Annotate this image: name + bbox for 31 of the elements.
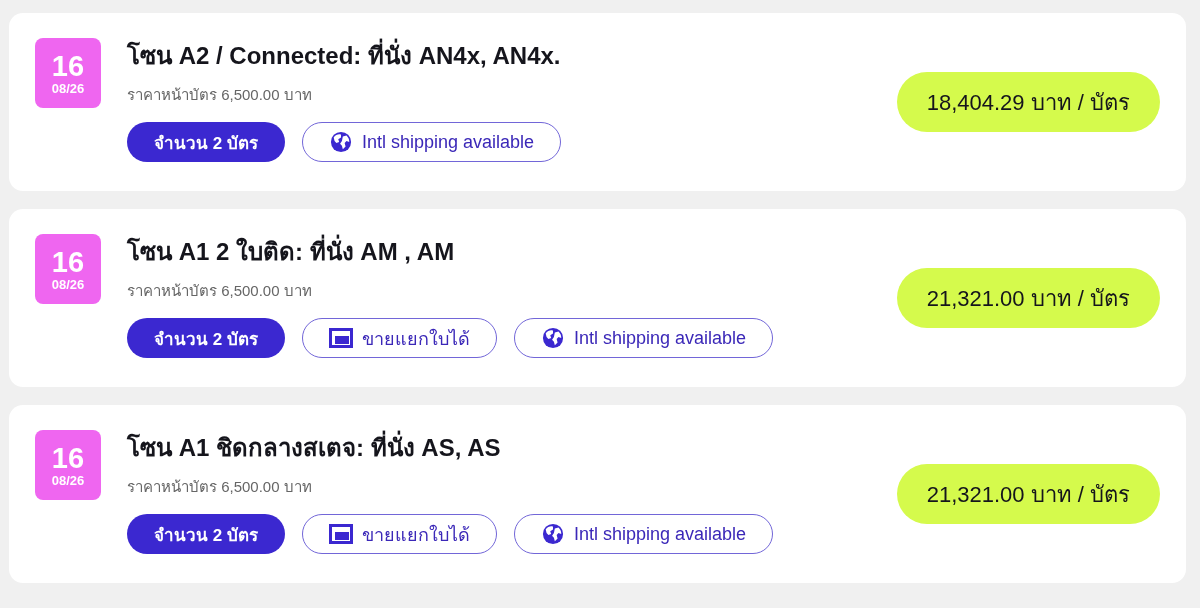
feature-label: ขายแยกใบได้ (361, 327, 470, 351)
date-month-year: 08/26 (51, 472, 85, 488)
quantity-pill: จำนวน 2 บัตร (127, 318, 285, 358)
date-month-year: 08/26 (51, 80, 85, 96)
date-day: 16 (51, 442, 85, 473)
face-value-text: ราคาหน้าบัตร 6,500.00 บาท (127, 85, 312, 105)
listing-card[interactable]: 16 08/26 โซน A1 2 ใบติด: ที่นั่ง AM , AM ราคาหน้าบัตร 6,500.00 บาท จำนวน 2 บัตร ขายแยกใบได้ Intl shipping available 21,321.00 บาท / บัตร (9, 209, 1186, 387)
quantity-pill: จำนวน 2 บัตร (127, 514, 285, 554)
listing-card[interactable]: 16 08/26 โซน A2 / Connected: ที่นั่ง AN4x, AN4x. ราคาหน้าบัตร 6,500.00 บาท จำนวน 2 บัตร Intl shipping available 18,404.29 บาท / บัตร (9, 13, 1186, 191)
feature-label: Intl shipping available (361, 131, 535, 153)
price-pill[interactable]: 18,404.29 บาท / บัตร (896, 72, 1160, 132)
stacked-rectangles-icon (328, 327, 353, 349)
price-pill[interactable]: 21,321.00 บาท / บัตร (896, 464, 1160, 524)
date-day: 16 (51, 50, 85, 81)
globe-icon (540, 523, 565, 545)
face-value-text: ราคาหน้าบัตร 6,500.00 บาท (127, 281, 312, 301)
stacked-rectangles-icon (328, 523, 353, 545)
listing-title: โซน A1 ชิดกลางสเตจ: ที่นั่ง AS, AS (127, 430, 501, 466)
date-month-year: 08/26 (51, 276, 85, 292)
feature-label: Intl shipping available (573, 327, 747, 349)
face-value-text: ราคาหน้าบัตร 6,500.00 บาท (127, 477, 312, 497)
listing-title: โซน A2 / Connected: ที่นั่ง AN4x, AN4x. (127, 38, 561, 74)
quantity-pill: จำนวน 2 บัตร (127, 122, 285, 162)
listing-card[interactable]: 16 08/26 โซน A1 ชิดกลางสเตจ: ที่นั่ง AS, AS ราคาหน้าบัตร 6,500.00 บาท จำนวน 2 บัตร ขายแยกใบได้ Intl shipping available 21,321.00 บาท / บัตร (9, 405, 1186, 583)
feature-label: ขายแยกใบได้ (361, 523, 470, 547)
globe-icon (540, 327, 565, 349)
date-day: 16 (51, 246, 85, 277)
feature-label: Intl shipping available (573, 523, 747, 545)
price-pill[interactable]: 21,321.00 บาท / บัตร (896, 268, 1160, 328)
globe-icon (328, 131, 353, 153)
listing-title: โซน A1 2 ใบติด: ที่นั่ง AM , AM (127, 234, 455, 270)
